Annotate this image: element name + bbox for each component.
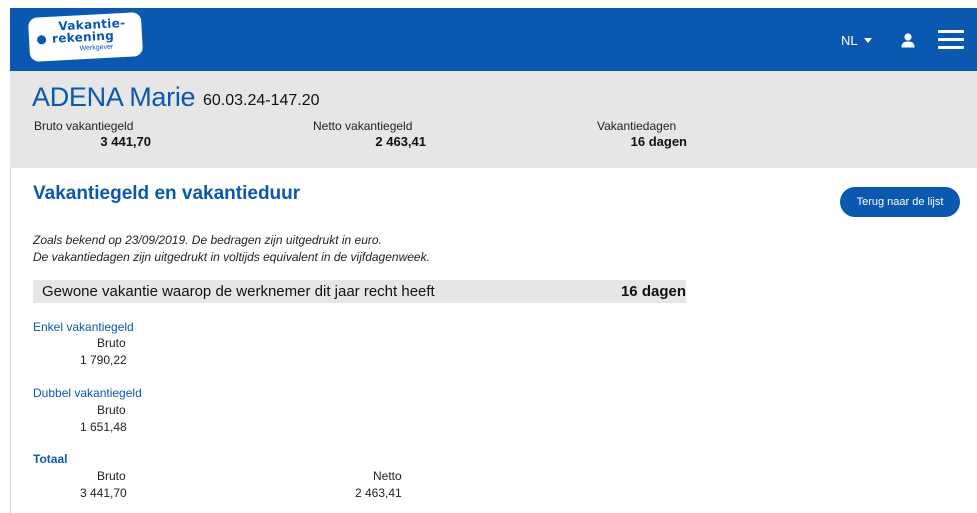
holiday-entitlement-row: Gewone vakantie waarop de werknemer dit … bbox=[33, 280, 686, 303]
netto-vakantiegeld-value: 2 463,41 bbox=[375, 134, 426, 149]
employee-summary-panel: ADENA Marie 60.03.24-147.20 Bruto vakant… bbox=[10, 71, 977, 168]
info-note-line2: De vakantiedagen zijn uitgedrukt in volt… bbox=[33, 250, 430, 264]
holiday-entitlement-label: Gewone vakantie waarop de werknemer dit … bbox=[42, 283, 435, 300]
totaal-netto-label: Netto bbox=[373, 469, 402, 483]
vakantiedagen-value: 16 dagen bbox=[630, 134, 687, 149]
totaal-bruto-value: 3 441,70 bbox=[80, 486, 127, 500]
content-left-border bbox=[10, 168, 11, 513]
dubbel-bruto-value: 1 651,48 bbox=[80, 420, 127, 434]
totaal-title: Totaal bbox=[33, 452, 68, 466]
caret-down-icon bbox=[863, 38, 872, 43]
back-to-list-button[interactable]: Terug naar de lijst bbox=[840, 187, 960, 217]
top-strip bbox=[0, 0, 977, 8]
employee-id: 60.03.24-147.20 bbox=[203, 92, 320, 109]
language-label: NL bbox=[841, 33, 858, 48]
logo-subtitle: Werkgever bbox=[79, 43, 114, 53]
vakantierekening-logo[interactable]: Vakantie- rekening Werkgever bbox=[27, 12, 144, 62]
holiday-entitlement-value: 16 dagen bbox=[620, 283, 686, 300]
dubbel-vakantiegeld-title: Dubbel vakantiegeld bbox=[33, 386, 142, 400]
top-navbar: Vakantie- rekening Werkgever NL bbox=[10, 8, 977, 71]
bruto-vakantiegeld-value: 3 441,70 bbox=[100, 134, 151, 149]
enkel-bruto-label: Bruto bbox=[97, 336, 126, 350]
totaal-netto-value: 2 463,41 bbox=[355, 486, 402, 500]
page-title: Vakantiegeld en vakantieduur bbox=[33, 183, 301, 204]
info-note-line1: Zoals bekend op 23/09/2019. De bedragen … bbox=[33, 233, 382, 247]
logo-text-line2: rekening bbox=[51, 28, 115, 46]
dubbel-bruto-label: Bruto bbox=[97, 403, 126, 417]
vakantiedagen-label: Vakantiedagen bbox=[597, 119, 677, 133]
hamburger-menu-icon[interactable] bbox=[938, 30, 964, 50]
enkel-vakantiegeld-title: Enkel vakantiegeld bbox=[33, 320, 134, 334]
totaal-bruto-label: Bruto bbox=[97, 469, 126, 483]
employee-name: ADENA Marie bbox=[32, 82, 196, 112]
user-icon[interactable] bbox=[900, 32, 916, 48]
netto-vakantiegeld-label: Netto vakantiegeld bbox=[313, 119, 413, 133]
language-selector[interactable]: NL bbox=[841, 33, 872, 48]
enkel-bruto-value: 1 790,22 bbox=[80, 353, 127, 367]
bruto-vakantiegeld-label: Bruto vakantiegeld bbox=[34, 119, 134, 133]
logo-dot bbox=[36, 35, 47, 45]
